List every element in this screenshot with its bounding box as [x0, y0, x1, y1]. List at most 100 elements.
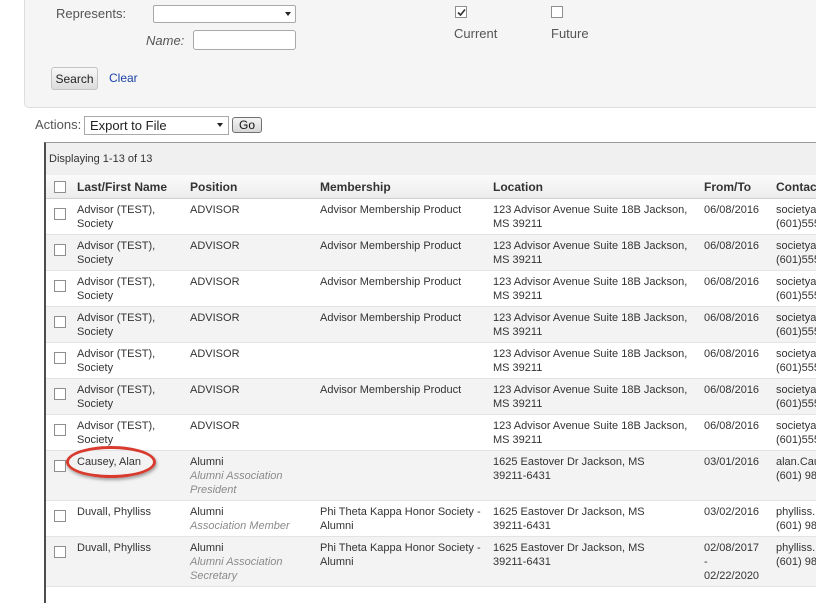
location-line-1: 123 Advisor Avenue Suite 18B Jackson,: [493, 348, 688, 360]
contact-email[interactable]: societya: [776, 383, 816, 397]
name-last: Advisor (TEST),: [77, 348, 156, 360]
row-checkbox[interactable]: [54, 316, 66, 328]
location-line-2: MS 39211: [493, 398, 543, 410]
cell-position: ADVISOR: [190, 347, 316, 361]
contact-phone: (601)555: [776, 434, 816, 446]
contact-email[interactable]: alan.Cau: [776, 455, 816, 469]
clear-link[interactable]: Clear: [109, 71, 138, 85]
contact-email[interactable]: societya: [776, 419, 816, 433]
select-all-checkbox[interactable]: [54, 181, 66, 193]
row-checkbox[interactable]: [54, 460, 66, 472]
cell-from-to: 06/08/2016: [704, 239, 772, 253]
cell-membership: Advisor Membership Product: [320, 203, 490, 217]
name-first: Society: [77, 290, 114, 302]
table-row[interactable]: Causey, Alan Alumni Alumni Association Pres…: [46, 451, 816, 501]
cell-position: ADVISOR: [190, 239, 316, 253]
table-row[interactable]: Advisor (TEST), Society ADVISOR Advisor Mem…: [46, 379, 816, 415]
row-checkbox[interactable]: [54, 208, 66, 220]
table-row[interactable]: Advisor (TEST), Society ADVISOR 123 Advisor…: [46, 415, 816, 451]
cell-membership: Phi Theta Kappa Honor Society - Alumni: [320, 505, 490, 533]
row-checkbox[interactable]: [54, 244, 66, 256]
cell-contact: societya (601)555: [776, 347, 816, 375]
contact-email[interactable]: societya: [776, 239, 816, 253]
name-input[interactable]: [193, 30, 296, 50]
row-checkbox[interactable]: [54, 424, 66, 436]
grid-caption: Displaying 1-13 of 13: [46, 143, 816, 175]
date-from: 06/08/2016: [704, 276, 760, 288]
table-row[interactable]: Duvall, Phylliss Alumni Association Member…: [46, 501, 816, 537]
contact-phone: (601)555: [776, 362, 816, 374]
cell-name: Duvall, Phylliss: [77, 505, 187, 519]
cell-from-to: 06/08/2016: [704, 347, 772, 361]
cell-contact: societya (601)555: [776, 203, 816, 231]
go-button[interactable]: Go: [232, 117, 262, 133]
column-header-name[interactable]: Last/First Name: [77, 180, 167, 194]
cell-location: 1625 Eastover Dr Jackson, MS 39211-6431: [493, 505, 701, 533]
table-row[interactable]: Advisor (TEST), Society ADVISOR 123 Advisor…: [46, 343, 816, 379]
location-line-1: 1625 Eastover Dr Jackson, MS: [493, 542, 645, 554]
location-line-2: MS 39211: [493, 290, 543, 302]
table-row[interactable]: Advisor (TEST), Society ADVISOR Advisor Mem…: [46, 307, 816, 343]
cell-membership: Advisor Membership Product: [320, 311, 490, 325]
contact-email[interactable]: societya: [776, 203, 816, 217]
name-first: Society: [77, 218, 114, 230]
cell-position: ADVISOR: [190, 203, 316, 217]
table-row[interactable]: Duvall, Phylliss Alumni Alumni Association…: [46, 537, 816, 587]
results-grid: Displaying 1-13 of 13 Last/First Name Po…: [44, 142, 816, 603]
location-line-1: 123 Advisor Avenue Suite 18B Jackson,: [493, 204, 688, 216]
cell-contact: societya (601)555: [776, 311, 816, 339]
cell-name: Advisor (TEST), Society: [77, 383, 187, 411]
future-checkbox[interactable]: [551, 6, 563, 18]
cell-position: ADVISOR: [190, 275, 316, 289]
contact-email[interactable]: societya: [776, 347, 816, 361]
position-title: ADVISOR: [190, 348, 240, 360]
location-line-2: 39211-6431: [493, 520, 551, 532]
contact-phone: (601)555: [776, 290, 816, 302]
search-button[interactable]: Search: [51, 67, 98, 90]
cell-membership: Advisor Membership Product: [320, 383, 490, 397]
row-checkbox[interactable]: [54, 352, 66, 364]
date-to: 02/22/2020: [704, 570, 760, 582]
location-line-2: MS 39211: [493, 254, 543, 266]
cell-name: Advisor (TEST), Society: [77, 347, 187, 375]
cell-contact: societya (601)555: [776, 239, 816, 267]
table-row[interactable]: Advisor (TEST), Society ADVISOR Advisor Mem…: [46, 235, 816, 271]
column-header-from-to[interactable]: From/To: [704, 180, 751, 194]
future-label: Future: [551, 26, 589, 41]
contact-email[interactable]: phylliss.: [776, 541, 816, 555]
table-row[interactable]: Advisor (TEST), Society ADVISOR Advisor Mem…: [46, 199, 816, 235]
chevron-down-icon: [285, 12, 291, 16]
contact-email[interactable]: societya: [776, 311, 816, 325]
row-checkbox[interactable]: [54, 388, 66, 400]
contact-email[interactable]: phylliss.: [776, 505, 816, 519]
date-from: 06/08/2016: [704, 384, 760, 396]
cell-contact: societya (601)555: [776, 275, 816, 303]
column-header-membership[interactable]: Membership: [320, 180, 391, 194]
name-first: Society: [77, 254, 114, 266]
contact-phone: (601) 98: [776, 556, 816, 568]
column-header-position[interactable]: Position: [190, 180, 237, 194]
cell-location: 1625 Eastover Dr Jackson, MS 39211-6431: [493, 541, 701, 569]
table-row[interactable]: Advisor (TEST), Society ADVISOR Advisor Mem…: [46, 271, 816, 307]
location-line-1: 123 Advisor Avenue Suite 18B Jackson,: [493, 276, 688, 288]
row-checkbox[interactable]: [54, 510, 66, 522]
position-detail: Association Member: [190, 520, 290, 532]
cell-contact: societya (601)555: [776, 383, 816, 411]
current-checkbox[interactable]: [455, 6, 467, 18]
position-detail: Alumni Association: [190, 556, 283, 568]
row-checkbox[interactable]: [54, 280, 66, 292]
position-detail: Alumni Association: [190, 470, 283, 482]
actions-select[interactable]: Export to File: [84, 116, 229, 135]
date-from: 02/08/2017: [704, 542, 760, 554]
name-first: Society: [77, 434, 114, 446]
row-checkbox[interactable]: [54, 546, 66, 558]
represents-select[interactable]: [153, 5, 296, 23]
name-last: Causey, Alan: [77, 456, 142, 468]
position-title: Alumni: [190, 506, 224, 518]
contact-email[interactable]: societya: [776, 275, 816, 289]
membership-line-1: Advisor Membership Product: [320, 384, 462, 396]
membership-line-2: Alumni: [320, 520, 354, 532]
column-header-location[interactable]: Location: [493, 180, 543, 194]
grid-header: Last/First Name Position Membership Loca…: [46, 175, 816, 199]
column-header-contact[interactable]: Contac: [776, 180, 816, 194]
